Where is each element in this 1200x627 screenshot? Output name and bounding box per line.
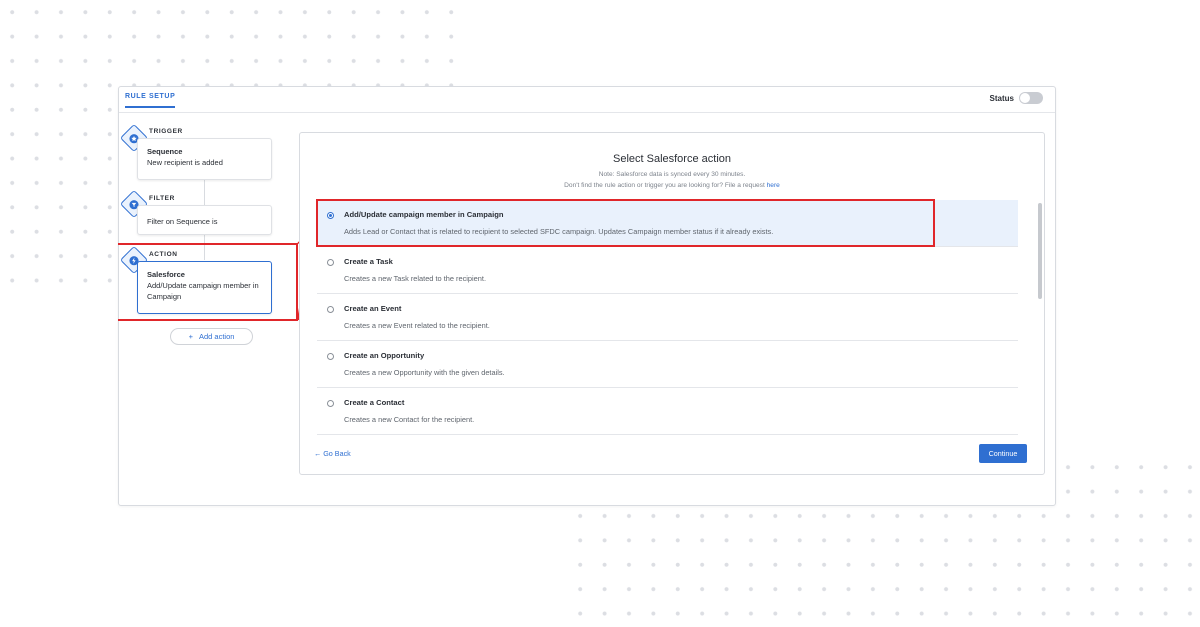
filter-subtitle: Filter on Sequence is [147, 217, 218, 226]
continue-button[interactable]: Continue [979, 444, 1027, 463]
trigger-label: TRIGGER [149, 128, 183, 135]
plus-icon: + [188, 332, 193, 341]
radio-button[interactable] [327, 353, 334, 360]
option-description: Creates a new Task related to the recipi… [344, 274, 487, 283]
list-item[interactable]: Create a Task Creates a new Task related… [317, 247, 1018, 294]
select-action-panel: Select Salesforce action Note: Salesforc… [299, 132, 1045, 475]
option-description: Creates a new Event related to the recip… [344, 321, 490, 330]
scrollbar[interactable] [1038, 203, 1042, 299]
list-item[interactable]: Create an Event Creates a new Event rela… [317, 294, 1018, 341]
highlight-action-box [118, 243, 298, 321]
filter-node[interactable]: Filter on Sequence is [137, 205, 272, 235]
go-back-label: Go Back [323, 449, 351, 458]
trigger-title: Sequence [147, 147, 183, 156]
radio-button[interactable] [327, 259, 334, 266]
request-note: Don't find the rule action or trigger yo… [300, 182, 1044, 189]
trigger-subtitle: New recipient is added [147, 158, 223, 167]
arrow-left-icon: ← [314, 449, 322, 458]
option-title: Create a Contact [344, 398, 405, 407]
status-control: Status [990, 92, 1043, 104]
status-label: Status [989, 93, 1014, 103]
radio-button[interactable] [327, 400, 334, 407]
request-link[interactable]: here [767, 182, 780, 189]
radio-button[interactable] [327, 306, 334, 313]
tab-rule-setup[interactable]: RULE SETUP [125, 93, 176, 108]
option-description: Creates a new Contact for the recipient. [344, 415, 475, 424]
option-title: Create a Task [344, 257, 393, 266]
status-toggle[interactable] [1019, 92, 1043, 104]
list-item[interactable]: Create an Opportunity Creates a new Oppo… [317, 341, 1018, 388]
card-header: RULE SETUP Status [119, 87, 1055, 113]
panel-title: Select Salesforce action [612, 153, 731, 165]
highlight-option-box [316, 199, 935, 247]
add-action-button[interactable]: + Add action [170, 328, 253, 345]
add-action-label: Add action [198, 332, 235, 341]
go-back-link[interactable]: ← Go Back [314, 449, 351, 458]
request-text: Don't find the rule action or trigger yo… [564, 182, 765, 189]
sync-note: Note: Salesforce data is synced every 30… [598, 171, 746, 178]
option-description: Creates a new Opportunity with the given… [344, 368, 505, 377]
filter-label: FILTER [149, 195, 175, 202]
trigger-node[interactable]: Sequence New recipient is added [137, 138, 272, 180]
list-item[interactable]: Create a Contact Creates a new Contact f… [317, 388, 1018, 435]
option-title: Create an Event [344, 304, 402, 313]
option-title: Create an Opportunity [344, 351, 425, 360]
